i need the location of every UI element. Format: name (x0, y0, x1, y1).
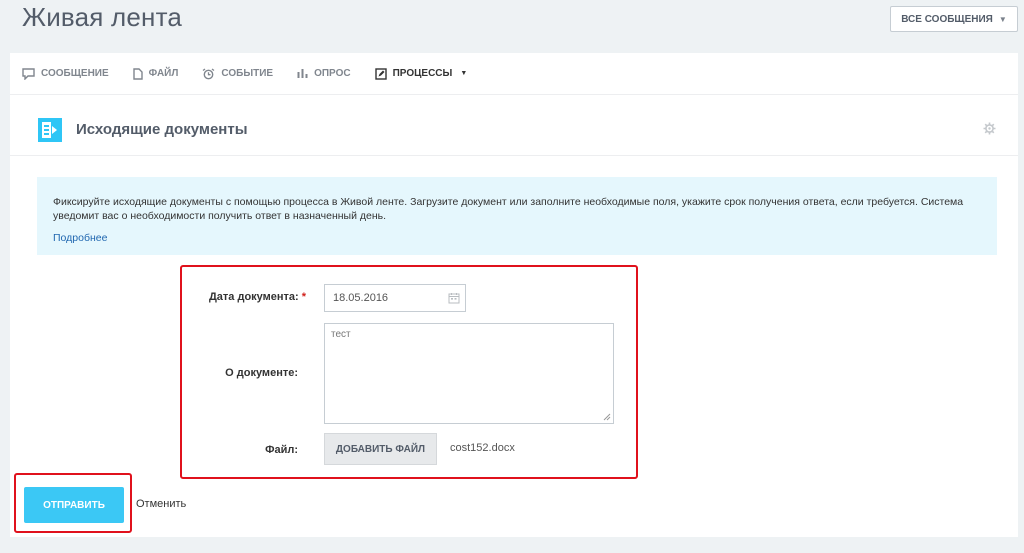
file-label: Файл: (265, 444, 298, 456)
page-title: Живая лента (22, 2, 183, 32)
info-text: Фиксируйте исходящие документы с помощью… (53, 196, 964, 222)
attached-file-name[interactable]: cost152.docx (450, 442, 515, 454)
process-header: Исходящие документы (10, 96, 1018, 156)
tab-label: СООБЩЕНИЕ (41, 68, 109, 79)
process-title: Исходящие документы (76, 121, 248, 138)
outgoing-document-icon (38, 118, 62, 142)
process-info-panel: Фиксируйте исходящие документы с помощью… (37, 177, 997, 255)
submit-button[interactable]: ОТПРАВИТЬ (24, 487, 124, 523)
alarm-clock-icon (202, 67, 215, 79)
tab-event[interactable]: СОБЫТИЕ (202, 67, 274, 80)
more-info-link[interactable]: Подробнее (53, 231, 107, 245)
tab-label: СОБЫТИЕ (221, 68, 274, 79)
tab-label: ПРОЦЕССЫ (392, 68, 453, 79)
about-label: О документе: (225, 367, 298, 379)
tab-label: ОПРОС (314, 68, 351, 79)
tab-poll[interactable]: ОПРОС (297, 68, 351, 79)
cancel-link[interactable]: Отменить (136, 498, 186, 510)
chevron-down-icon: ▼ (460, 70, 468, 77)
about-value: тест (331, 329, 351, 340)
gear-icon[interactable] (983, 122, 996, 135)
all-messages-filter-button[interactable]: ВСЕ СООБЩЕНИЯ ▼ (890, 6, 1018, 32)
tab-file[interactable]: ФАЙЛ (132, 67, 179, 80)
date-label: Дата документа: * (208, 291, 306, 303)
required-mark: * (301, 291, 306, 303)
poll-icon (297, 69, 308, 78)
post-type-tabs: СООБЩЕНИЕ ФАЙЛ СОБЫТИЕ ОПРОС ПРОЦЕССЫ ▼ (10, 53, 1018, 95)
resize-grip-icon[interactable] (603, 413, 611, 421)
date-value: 18.05.2016 (333, 292, 389, 304)
tab-label: ФАЙЛ (148, 68, 179, 79)
about-document-textarea[interactable]: тест (324, 323, 614, 424)
process-edit-icon (374, 67, 387, 80)
tab-message[interactable]: СООБЩЕНИЕ (22, 67, 109, 80)
tab-processes[interactable]: ПРОЦЕССЫ ▼ (374, 67, 468, 80)
document-form-highlight: Дата документа: * 18.05.2016 О документе:… (180, 265, 638, 479)
document-date-field[interactable]: 18.05.2016 (324, 284, 466, 312)
chevron-down-icon: ▼ (998, 14, 1007, 24)
add-file-button[interactable]: ДОБАВИТЬ ФАЙЛ (324, 433, 437, 465)
filter-label: ВСЕ СООБЩЕНИЯ (901, 13, 993, 25)
file-icon (132, 67, 143, 80)
feed-post-form: СООБЩЕНИЕ ФАЙЛ СОБЫТИЕ ОПРОС ПРОЦЕССЫ ▼ (10, 53, 1018, 537)
calendar-icon[interactable] (448, 292, 460, 304)
message-icon (22, 67, 35, 80)
